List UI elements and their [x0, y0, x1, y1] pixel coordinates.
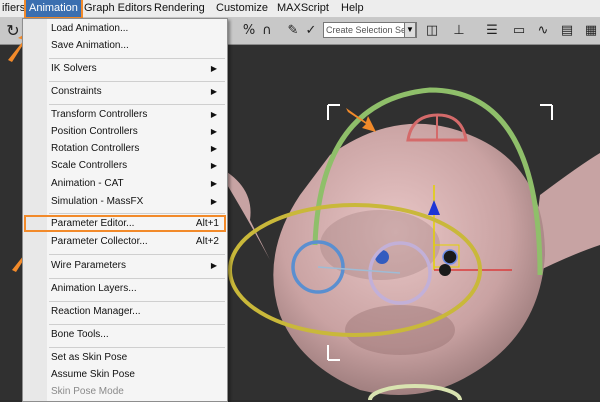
menu-separator — [49, 254, 225, 255]
menu-rendering[interactable]: Rendering — [154, 0, 205, 17]
chevron-right-icon: ▶ — [210, 161, 217, 170]
menu-item-position-controllers[interactable]: Position Controllers ▶ — [51, 124, 223, 140]
percent-snap-icon[interactable]: % — [240, 22, 258, 40]
menu-item-skin-pose-mode: Skin Pose Mode — [51, 386, 124, 397]
animation-menu-dropdown: Load Animation... Save Animation... IK S… — [22, 18, 228, 402]
menu-item-ik-solvers[interactable]: IK Solvers ▶ — [51, 61, 223, 77]
menu-item-parameter-collector[interactable]: Parameter Collector... Alt+2 — [51, 234, 223, 250]
chevron-right-icon: ▶ — [210, 127, 217, 136]
menu-graph-editors[interactable]: Graph Editors — [84, 0, 152, 17]
menu-customize[interactable]: Customize — [216, 0, 268, 17]
menu-animation[interactable]: Animation — [24, 0, 83, 19]
menu-gutter — [23, 19, 47, 401]
menu-help[interactable]: Help — [341, 0, 364, 17]
annotation-arrow-icon — [346, 108, 376, 132]
spinner-snap-icon[interactable]: ∩ — [258, 22, 276, 40]
menu-item-animation-cat[interactable]: Animation - CAT ▶ — [51, 176, 223, 192]
menu-separator — [49, 301, 225, 302]
chevron-right-icon: ▶ — [210, 87, 217, 96]
menu-item-constraints[interactable]: Constraints ▶ — [51, 84, 223, 100]
menu-separator — [49, 58, 225, 59]
ribbon-icon[interactable]: ▭ — [510, 22, 528, 40]
menu-item-wire-parameters[interactable]: Wire Parameters ▶ — [51, 258, 223, 274]
menu-item-save-animation[interactable]: Save Animation... — [51, 38, 223, 54]
chevron-right-icon: ▶ — [210, 179, 217, 188]
menu-item-rotation-controllers[interactable]: Rotation Controllers ▶ — [51, 141, 223, 157]
menu-separator — [49, 81, 225, 82]
menu-item-set-as-skin-pose[interactable]: Set as Skin Pose — [51, 350, 223, 366]
curve-editor-icon[interactable]: ∿ — [534, 22, 552, 40]
chevron-right-icon: ▶ — [210, 197, 217, 206]
menu-maxscript[interactable]: MAXScript — [277, 0, 329, 17]
menu-separator — [49, 213, 225, 214]
menu-bar: ifiers Animation Graph Editors Rendering… — [0, 0, 600, 19]
menu-item-simulation-massfx[interactable]: Simulation - MassFX ▶ — [51, 194, 223, 210]
menu-item-reaction-manager[interactable]: Reaction Manager... — [51, 304, 223, 320]
chevron-down-icon[interactable]: ▼ — [404, 22, 416, 38]
align-icon[interactable]: ⊥ — [450, 22, 468, 40]
chevron-right-icon: ▶ — [210, 110, 217, 119]
named-selection-set-dropdown[interactable]: Create Selection Se — [323, 22, 417, 38]
named-selection-abc-icon[interactable]: ✓ — [302, 22, 320, 40]
mirror-icon[interactable]: ◫ — [423, 22, 441, 40]
schematic-view-icon[interactable]: ▤ — [558, 22, 576, 40]
material-editor-icon[interactable]: ▦ — [582, 22, 600, 40]
menu-separator — [49, 104, 225, 105]
menu-item-scale-controllers[interactable]: Scale Controllers ▶ — [51, 158, 223, 174]
menu-item-animation-layers[interactable]: Animation Layers... — [51, 281, 223, 297]
chevron-right-icon: ▶ — [210, 261, 217, 270]
menu-separator — [49, 278, 225, 279]
menu-separator — [49, 324, 225, 325]
highlight-outline — [24, 215, 226, 232]
menu-item-transform-controllers[interactable]: Transform Controllers ▶ — [51, 107, 223, 123]
menu-item-bone-tools[interactable]: Bone Tools... — [51, 327, 223, 343]
layer-manager-icon[interactable]: ☰ — [483, 22, 501, 40]
chevron-right-icon: ▶ — [210, 144, 217, 153]
menu-item-load-animation[interactable]: Load Animation... — [51, 21, 223, 37]
edit-named-selection-icon[interactable]: ✎ — [284, 22, 302, 40]
menu-modifiers[interactable]: ifiers — [2, 0, 25, 17]
menu-item-assume-skin-pose[interactable]: Assume Skin Pose — [51, 367, 223, 383]
menu-separator — [49, 347, 225, 348]
chevron-right-icon: ▶ — [210, 64, 217, 73]
